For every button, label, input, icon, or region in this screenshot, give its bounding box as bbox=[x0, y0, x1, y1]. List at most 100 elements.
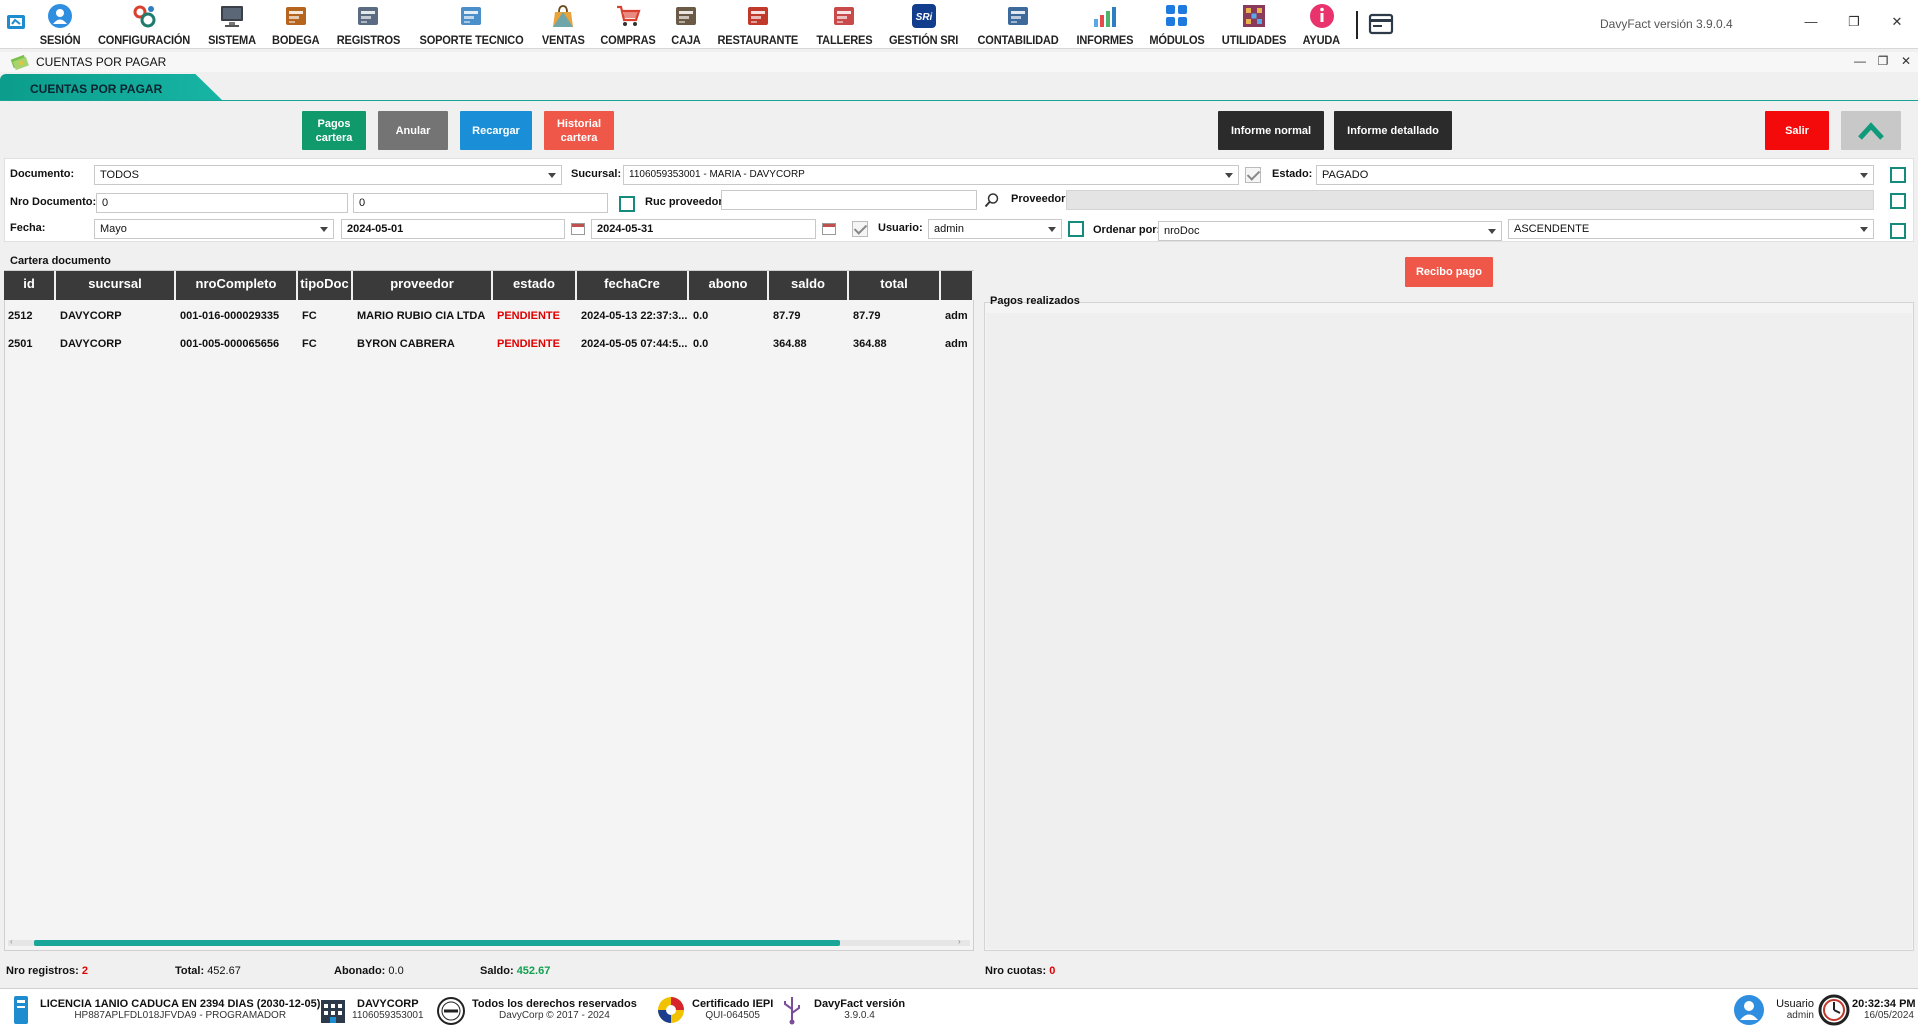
menu-item-compras[interactable]: COMPRAS bbox=[592, 0, 664, 49]
menu-item-informes[interactable]: INFORMES bbox=[1068, 0, 1142, 49]
certificado-info: Certificado IEPI QUI-064505 bbox=[692, 998, 774, 1021]
historial-cartera-button[interactable]: Historial cartera bbox=[544, 111, 614, 150]
chevron-down-icon bbox=[1048, 227, 1056, 232]
fecha-hasta-input[interactable]: 2024-05-31 bbox=[591, 219, 816, 239]
menu-item-soporte-tecnico[interactable]: SOPORTE TECNICO bbox=[409, 0, 534, 49]
column-header-proveedor[interactable]: proveedor bbox=[353, 271, 493, 300]
building-icon bbox=[318, 995, 348, 1028]
cell-saldo: 364.88 bbox=[773, 338, 807, 350]
ordenar-checkbox[interactable] bbox=[1068, 221, 1084, 237]
menu-item-configuración[interactable]: CONFIGURACIÓN bbox=[88, 0, 200, 49]
cartera-documento-title: Cartera documento bbox=[10, 255, 111, 267]
orden-select[interactable]: ASCENDENTE bbox=[1508, 219, 1874, 239]
scroll-left-icon[interactable]: ‹ bbox=[10, 937, 13, 946]
ruc-proveedor-input[interactable] bbox=[721, 190, 977, 210]
card-reader-icon[interactable] bbox=[1366, 9, 1396, 39]
ruc-checkbox[interactable] bbox=[619, 196, 635, 212]
usuario-checkbox[interactable] bbox=[852, 221, 868, 237]
close-icon[interactable]: ✕ bbox=[1888, 14, 1906, 30]
bar-chart-icon bbox=[1090, 2, 1118, 30]
restore-icon[interactable]: ❐ bbox=[1845, 14, 1863, 30]
nro-documento-hasta-input[interactable]: 0 bbox=[353, 193, 608, 213]
table-row[interactable]: 2512 DAVYCORP 001-016-000029335 FC MARIO RUB… bbox=[4, 305, 974, 327]
column-header-total[interactable]: total bbox=[849, 271, 941, 300]
collapse-up-button[interactable] bbox=[1841, 111, 1901, 150]
search-icon[interactable] bbox=[984, 192, 1000, 211]
column-header-nrocompleto[interactable]: nroCompleto bbox=[176, 271, 298, 300]
scroll-right-icon[interactable]: › bbox=[958, 937, 961, 946]
menu-item-talleres[interactable]: TALLERES bbox=[808, 0, 881, 49]
table-row[interactable]: 2501 DAVYCORP 001-005-000065656 FC BYRON CAB… bbox=[4, 333, 974, 355]
menu-item-sesión[interactable]: SESIÓN bbox=[32, 0, 88, 49]
cell-sucursal: DAVYCORP bbox=[60, 310, 122, 322]
app-logo-icon[interactable] bbox=[6, 12, 26, 32]
scrollbar-thumb[interactable] bbox=[34, 940, 840, 946]
chevron-down-icon bbox=[548, 173, 556, 178]
calendar-icon[interactable] bbox=[822, 223, 836, 235]
menu-item-módulos[interactable]: MÓDULOS bbox=[1141, 0, 1213, 49]
column-header-estado[interactable]: estado bbox=[493, 271, 577, 300]
cell-extra: adm bbox=[945, 310, 968, 322]
cell-id: 2512 bbox=[8, 310, 33, 322]
usuario-select[interactable]: admin bbox=[928, 219, 1062, 239]
status-bar: LICENCIA 1ANIO CADUCA EN 2394 DIAS (2030… bbox=[0, 988, 1918, 1030]
menu-item-ayuda[interactable]: AYUDA bbox=[1295, 0, 1348, 49]
menu-item-contabilidad[interactable]: CONTABILIDAD bbox=[968, 0, 1068, 49]
column-header-abono[interactable]: abono bbox=[689, 271, 769, 300]
calendar-icon[interactable] bbox=[571, 223, 585, 235]
cell-total: 87.79 bbox=[853, 310, 881, 322]
menu-item-gestión-sri[interactable]: SRi GESTIÓN SRI bbox=[880, 0, 967, 49]
inner-restore-icon[interactable]: ❐ bbox=[1875, 54, 1891, 68]
ordenar-por-select[interactable]: nroDoc bbox=[1158, 221, 1502, 241]
svg-text:SRi: SRi bbox=[916, 12, 933, 23]
column-header-id[interactable]: id bbox=[4, 271, 56, 300]
menu-item-registros[interactable]: REGISTROS bbox=[328, 0, 409, 49]
column-header-extra[interactable] bbox=[941, 271, 974, 300]
grid-header: id sucursal nroCompleto tipoDoc proveedor est… bbox=[4, 271, 974, 300]
informe-normal-button[interactable]: Informe normal bbox=[1218, 111, 1324, 150]
menu-item-ventas[interactable]: VENTAS bbox=[534, 0, 593, 49]
cart-icon bbox=[614, 2, 642, 30]
accounting-icon bbox=[1004, 2, 1032, 30]
anular-button[interactable]: Anular bbox=[378, 111, 448, 150]
clock-icon bbox=[1818, 994, 1850, 1029]
mes-select[interactable]: Mayo bbox=[94, 219, 334, 239]
orden-checkbox[interactable] bbox=[1890, 223, 1906, 239]
nro-documento-desde-input[interactable]: 0 bbox=[96, 193, 348, 213]
recargar-button[interactable]: Recargar bbox=[460, 111, 532, 150]
ruc-proveedor-label: Ruc proveedor: bbox=[645, 196, 727, 208]
column-header-fechacre[interactable]: fechaCre bbox=[577, 271, 689, 300]
menu-item-utilidades[interactable]: UTILIDADES bbox=[1213, 0, 1295, 49]
inner-minimize-icon[interactable]: — bbox=[1852, 54, 1868, 68]
user-avatar-icon[interactable] bbox=[1733, 994, 1765, 1029]
menu-item-restaurante[interactable]: RESTAURANTE bbox=[708, 0, 808, 49]
salir-button[interactable]: Salir bbox=[1765, 111, 1829, 150]
estado-select[interactable]: PAGADO bbox=[1316, 165, 1874, 185]
pagos-realizados-title: Pagos realizados bbox=[990, 295, 1080, 307]
menu-item-bodega[interactable]: BODEGA bbox=[264, 0, 327, 49]
pagos-cartera-button[interactable]: Pagos cartera bbox=[302, 111, 366, 150]
estado-checkbox[interactable] bbox=[1890, 167, 1906, 183]
nro-cuotas-summary: Nro cuotas: 0 bbox=[985, 965, 1056, 977]
iepi-logo-icon bbox=[656, 995, 686, 1028]
cell-nrocompleto: 001-005-000065656 bbox=[180, 338, 280, 350]
column-header-saldo[interactable]: saldo bbox=[769, 271, 849, 300]
nro-documento-label: Nro Documento: bbox=[10, 196, 97, 208]
fecha-desde-input[interactable]: 2024-05-01 bbox=[341, 219, 565, 239]
informe-detallado-button[interactable]: Informe detallado bbox=[1334, 111, 1452, 150]
menu-item-caja[interactable]: CAJA bbox=[664, 0, 708, 49]
cell-sucursal: DAVYCORP bbox=[60, 338, 122, 350]
menu-item-sistema[interactable]: SISTEMA bbox=[200, 0, 264, 49]
minimize-icon[interactable]: — bbox=[1802, 14, 1820, 29]
sucursal-checkbox[interactable] bbox=[1245, 167, 1261, 183]
tab-cuentas-por-pagar[interactable]: CUENTAS POR PAGAR bbox=[0, 74, 222, 100]
documento-select[interactable]: TODOS bbox=[94, 165, 562, 185]
recibo-pago-button[interactable]: Recibo pago bbox=[1405, 257, 1493, 287]
column-header-tipodoc[interactable]: tipoDoc bbox=[298, 271, 353, 300]
column-header-sucursal[interactable]: sucursal bbox=[56, 271, 176, 300]
cell-proveedor: BYRON CABRERA bbox=[357, 338, 455, 350]
horizontal-scrollbar[interactable] bbox=[8, 940, 970, 946]
sucursal-select[interactable]: 1106059353001 - MARIA - DAVYCORP bbox=[623, 165, 1239, 185]
proveedor-checkbox[interactable] bbox=[1890, 193, 1906, 209]
inner-close-icon[interactable]: ✕ bbox=[1898, 54, 1914, 68]
